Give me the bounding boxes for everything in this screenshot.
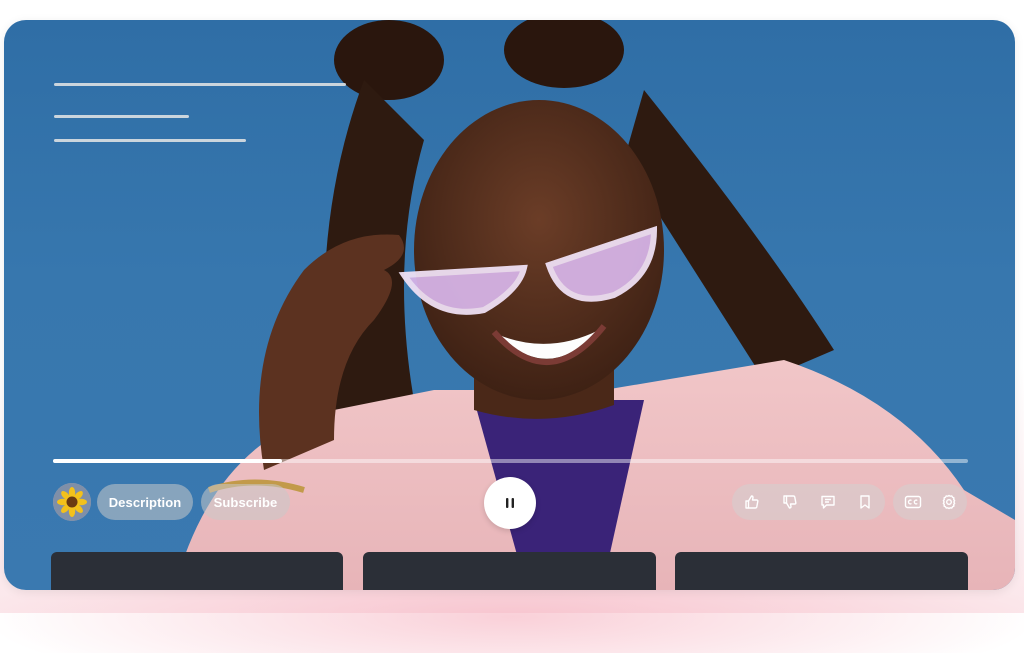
channel-avatar[interactable] xyxy=(53,483,91,521)
subscribe-label: Subscribe xyxy=(213,494,278,510)
pause-button[interactable] xyxy=(484,477,536,529)
captions-button[interactable] xyxy=(895,484,931,520)
dislike-button[interactable] xyxy=(772,484,808,520)
up-next-thumbnail[interactable] xyxy=(675,552,968,590)
comment-button[interactable] xyxy=(810,484,846,520)
subtitle-placeholder-line xyxy=(54,115,189,118)
sunflower-icon xyxy=(53,483,91,521)
gear-icon xyxy=(942,494,956,510)
closed-captions-icon xyxy=(904,495,922,509)
save-button[interactable] xyxy=(847,484,883,520)
meta-placeholder-line xyxy=(54,139,246,142)
thumbs-up-icon xyxy=(745,495,759,509)
settings-button[interactable] xyxy=(931,484,967,520)
progress-fill xyxy=(53,459,282,463)
like-button[interactable] xyxy=(734,484,770,520)
up-next-thumbnail[interactable] xyxy=(51,552,343,590)
bookmark-icon xyxy=(860,495,870,509)
video-player[interactable]: Description Subscribe xyxy=(4,20,1015,590)
progress-bar[interactable] xyxy=(53,459,968,463)
thumbs-down-icon xyxy=(783,495,797,509)
description-button[interactable]: Description xyxy=(97,484,193,520)
description-label: Description xyxy=(108,494,182,510)
title-placeholder-line xyxy=(54,83,346,86)
player-settings-controls xyxy=(893,484,967,520)
up-next-thumbnail[interactable] xyxy=(363,552,656,590)
subscribe-button[interactable]: Subscribe xyxy=(201,484,290,520)
comment-icon xyxy=(821,495,835,509)
reaction-controls xyxy=(732,484,885,520)
pause-icon xyxy=(506,498,514,508)
